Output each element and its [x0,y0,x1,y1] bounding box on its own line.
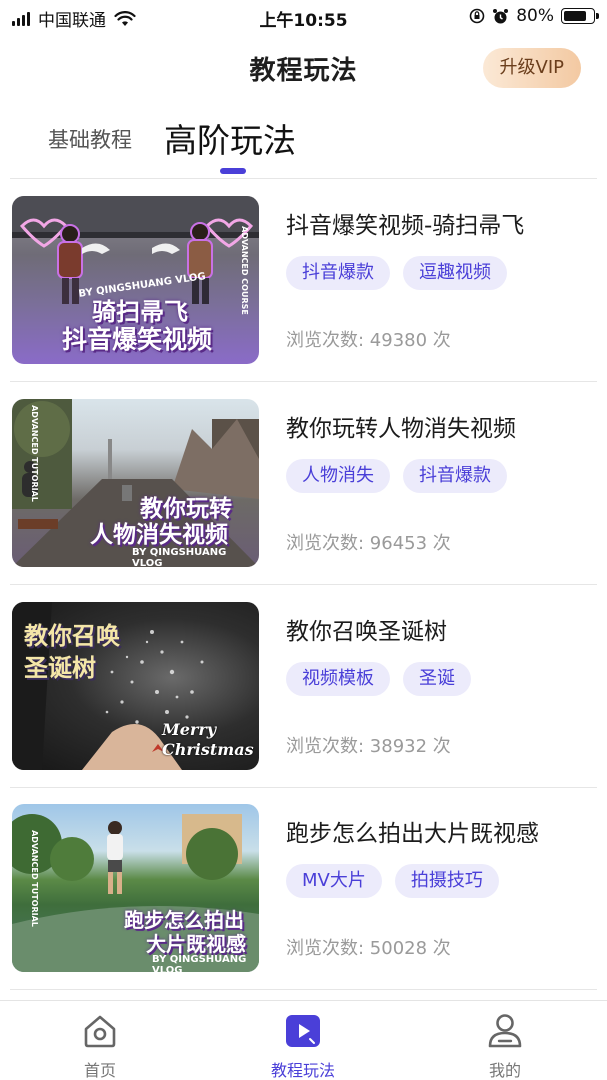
bottom-nav: 首页 教程玩法 我的 [0,1000,607,1080]
tutorial-card[interactable]: 教你召唤 圣诞树 Merry Christmas 教你召唤圣诞树 视频模板 圣诞… [0,586,607,788]
tutorial-card[interactable]: ADVANCED TUTORIAL 跑步怎么拍出 大片既视感 BY QINGSH… [0,788,607,990]
header: 教程玩法 升级VIP [0,42,607,96]
battery-percent: 80% [516,6,554,26]
thumbnail-byline: BY QINGSHUANG VLOG [152,954,247,972]
tag[interactable]: 圣诞 [403,662,471,696]
upgrade-vip-button[interactable]: 升级VIP [482,48,581,88]
thumbnail-caption: 人物消失视频 [90,522,228,548]
thumbnail-caption: 教你召唤 [24,622,120,650]
tutorial-thumbnail[interactable]: ADVANCED TUTORIAL 教你玩转 人物消失视频 BY QINGSHU… [12,399,259,567]
nav-home[interactable]: 首页 [40,1011,160,1080]
divider [10,178,597,179]
tag-list: 人物消失 抖音爆款 [286,459,507,493]
tag[interactable]: 抖音爆款 [403,459,507,493]
view-count: 浏览次数: 38932 次 [286,736,451,757]
tag[interactable]: 拍摄技巧 [394,864,499,898]
battery-icon [561,8,599,24]
tag[interactable]: 逗趣视频 [403,256,507,290]
tag-list: 视频模板 圣诞 [286,662,471,696]
tutorial-title[interactable]: 教你召唤圣诞树 [286,612,447,646]
orientation-lock-icon [469,8,485,24]
home-icon [84,1015,116,1048]
view-count: 浏览次数: 49380 次 [286,330,451,351]
thumbnail-greeting: Merry Christmas [162,720,254,759]
tag-list: MV大片 拍摄技巧 [286,864,499,898]
tutorial-thumbnail[interactable]: 教你召唤 圣诞树 Merry Christmas [12,602,259,770]
status-bar: 中国联通 上午10:55 80% [0,0,607,34]
nav-tutorials[interactable]: 教程玩法 [243,1011,363,1080]
divider [10,584,597,585]
tag[interactable]: 人物消失 [286,459,390,493]
tab-active-indicator [220,168,246,174]
tutorial-thumbnail[interactable]: BY QINGSHUANG VLOG 骑扫帚飞 抖音爆笑视频 ADVANCED … [12,196,259,364]
tutorial-card[interactable]: ADVANCED TUTORIAL 教你玩转 人物消失视频 BY QINGSHU… [0,383,607,585]
tutorial-card[interactable]: BY QINGSHUANG VLOG 骑扫帚飞 抖音爆笑视频 ADVANCED … [0,180,607,382]
tag[interactable]: 视频模板 [286,662,390,696]
nav-label: 教程玩法 [270,1061,335,1080]
thumbnail-byline: BY QINGSHUANG VLOG [132,547,227,567]
tab-bar: 基础教程 高阶玩法 [0,108,607,178]
tutorial-title[interactable]: 抖音爆笑视频-骑扫帚飞 [286,206,524,240]
tutorial-thumbnail[interactable]: ADVANCED TUTORIAL 跑步怎么拍出 大片既视感 BY QINGSH… [12,804,259,972]
tag-list: 抖音爆款 逗趣视频 [286,256,507,290]
thumbnail-caption: 大片既视感 [146,932,246,956]
tutorial-title[interactable]: 教你玩转人物消失视频 [286,409,516,443]
tag[interactable]: MV大片 [286,864,382,898]
view-count: 浏览次数: 50028 次 [286,938,451,959]
play-icon [286,1015,320,1047]
tag[interactable]: 抖音爆款 [286,256,390,290]
view-count: 浏览次数: 96453 次 [286,533,451,554]
profile-icon [488,1014,522,1048]
thumbnail-side-label: ADVANCED TUTORIAL [29,405,39,502]
tab-advanced-play[interactable]: 高阶玩法 [164,114,296,162]
status-right: 80% [469,6,599,26]
nav-label: 我的 [488,1061,521,1080]
divider [10,989,597,990]
thumbnail-side-label: ADVANCED COURSE [240,226,250,315]
thumbnail-caption: 圣诞树 [24,654,96,682]
tab-basic-tutorials[interactable]: 基础教程 [48,124,132,154]
thumbnail-side-label: ADVANCED TUTORIAL [29,830,39,927]
nav-profile[interactable]: 我的 [445,1011,565,1080]
nav-label: 首页 [83,1061,116,1080]
thumbnail-caption: 抖音爆笑视频 [62,325,213,354]
alarm-icon [493,8,509,23]
tutorial-title[interactable]: 跑步怎么拍出大片既视感 [286,814,539,848]
divider [10,381,597,382]
